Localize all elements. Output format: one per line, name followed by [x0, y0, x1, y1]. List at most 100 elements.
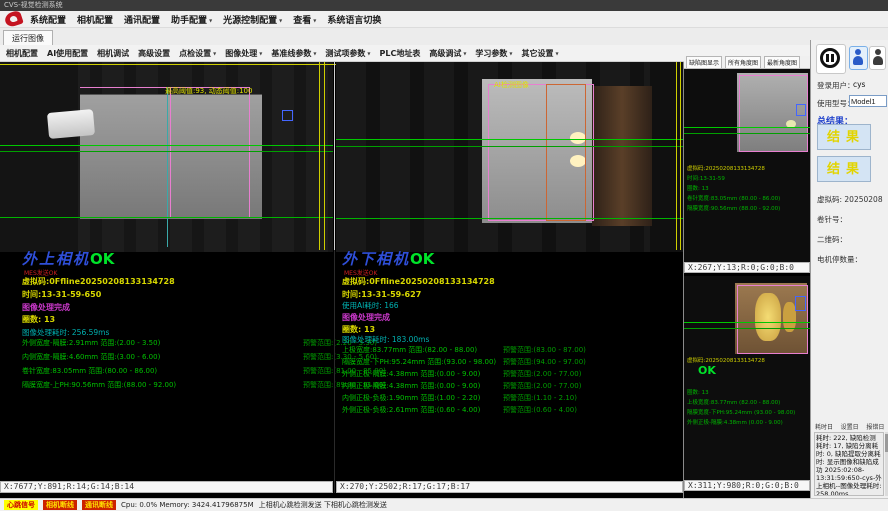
center-green-line-1	[336, 139, 683, 140]
center-warn-row: 预警范围:(2.00 - 77.00)	[503, 369, 581, 379]
toolbar-item-learning-params[interactable]: 学习参数	[475, 48, 512, 59]
toolbar-item-other-settings[interactable]: 其它设置	[521, 48, 558, 59]
thumb-tab-defect-view[interactable]: 缺陷图显示	[686, 56, 722, 68]
menu-item-comm-config[interactable]: 通讯配置	[124, 13, 160, 26]
left-loop-count: 圈数: 13	[22, 314, 55, 325]
tabstrip: 运行图像	[0, 28, 888, 46]
panel-divider	[334, 62, 335, 250]
center-ai-time: 使用AI耗时: 166	[342, 300, 399, 311]
bottom-thumb-barcode: 虚拟码:20250208133134728	[687, 356, 765, 364]
center-measure-row: 外侧正极-隔膜:4.38mm 范围:(0.00 - 9.00)	[342, 369, 480, 379]
top-thumb-line: 时间:13-31-59	[687, 174, 725, 182]
status-bar: 心跳信号 相机断线 通讯断线 Cpu: 0.0% Memory: 3424.41…	[0, 498, 888, 511]
camera-status-badge: 相机断线	[43, 500, 77, 510]
stop-count-label: 电机停数量：	[817, 254, 862, 265]
heartbeat-messages: 上相机心跳检测发送 下相机心跳检测发送	[259, 500, 387, 510]
left-measure-row: 隔膜宽度-上PH:90.56mm 范围:(88.00 - 92.00)	[22, 380, 176, 390]
thumb-tabs: 缺陷图显示 所有角度图 最新角度图	[684, 56, 810, 69]
top-thumb-coordinate-readout: X:267;Y:13;R:0;G:0;B:0	[684, 262, 810, 273]
toolbar-item-baseline-params[interactable]: 基准线参数	[271, 48, 316, 59]
left-green-line-2	[0, 151, 333, 152]
center-warn-row: 预警范围:(0.60 - 4.00)	[503, 405, 577, 415]
top-thumb-line: 虚拟码:20250208133134728	[687, 164, 765, 172]
center-time: 时间:13-31-59-627	[342, 289, 421, 300]
menu-item-light-control-config[interactable]: 光源控制配置	[223, 13, 282, 26]
center-coordinate-readout: X:270;Y:2502;R:17;G:17;B:17	[336, 481, 683, 493]
main-area: 最高阈值:93, 动态阈值:100 外上相机OK MES发送OK 虚拟码:0Ff…	[0, 62, 888, 498]
menu-item-system-config[interactable]: 系统配置	[30, 13, 66, 26]
thumb-tab-latest-view[interactable]: 最新角度图	[764, 56, 800, 68]
menu-item-assistant-config[interactable]: 助手配置	[171, 13, 212, 26]
toolbar-item-plc-address[interactable]: PLC地址表	[379, 48, 420, 59]
center-camera-name: 外下相机	[342, 250, 410, 268]
center-measure-row: 外侧正极-负极:2.61mm 范围:(0.60 - 4.00)	[342, 405, 480, 415]
menubar: 系统配置 相机配置 通讯配置 助手配置 光源控制配置 查看 系统语言切换	[0, 11, 888, 28]
thumb-tab-all-views[interactable]: 所有角度图	[725, 56, 761, 68]
sidebar: 登录用户： cys 使用型号： 总结果： 结果 结果 虚拟码: 20250208…	[810, 40, 888, 498]
toolbar-item-ai-config[interactable]: AI使用配置	[47, 48, 88, 59]
app-window: CVS-视觉检测系统 系统配置 相机配置 通讯配置 助手配置 光源控制配置 查看…	[0, 0, 888, 522]
center-ai-overlay: AI检测图像	[494, 80, 529, 90]
bottom-thumb-line: 圈数: 13	[687, 388, 709, 396]
window-titlebar: CVS-视觉检测系统	[0, 0, 888, 11]
bottom-thumb-line: 上极宽度:83.77mm (82.00 - 88.00)	[687, 398, 780, 406]
center-measure-row: 内侧正极-负极:1.90mm 范围:(1.00 - 2.20)	[342, 393, 480, 403]
left-process-done: 图像处理完成	[22, 302, 70, 313]
model-input[interactable]	[849, 95, 887, 107]
window-title: CVS-视觉检测系统	[4, 1, 63, 9]
heartbeat-badge: 心跳信号	[4, 500, 38, 510]
left-coordinate-readout: X:7677;Y:891;R:14;G:14;B:14	[0, 481, 333, 493]
toolbar-item-camera-config[interactable]: 相机配置	[6, 48, 38, 59]
bottom-thumb-result: OK	[698, 364, 716, 377]
top-thumb-line: 隔膜宽度:90.56mm (88.00 - 92.00)	[687, 204, 780, 212]
pause-icon	[820, 48, 840, 68]
login-user-value: cys	[853, 80, 865, 89]
menu-item-camera-config[interactable]: 相机配置	[77, 13, 113, 26]
toolbar-item-advanced-settings[interactable]: 高级设置	[138, 48, 170, 59]
pause-button[interactable]	[816, 44, 846, 74]
sidebar-barcode-label: 虚拟码: 20250208	[817, 194, 883, 205]
center-warn-row: 预警范围:(1.10 - 2.10)	[503, 393, 577, 403]
toolbar-item-test-params[interactable]: 测试项参数	[325, 48, 370, 59]
left-camera-name: 外上相机	[22, 250, 90, 268]
left-camera-title: 外上相机OK	[22, 248, 114, 269]
center-green-line-2	[336, 146, 683, 147]
center-yellow-vline-1	[676, 62, 677, 250]
user-login-button[interactable]	[849, 46, 868, 70]
result-display-lower: 结果	[817, 156, 871, 182]
center-warn-row: 预警范围:(2.00 - 77.00)	[503, 381, 581, 391]
log-output: 耗时: 222, 缺陷检测耗时: 17, 缺陷分离耗时: 0, 缺陷提取分离耗时…	[814, 432, 884, 496]
top-thumb-line: 圈数: 13	[687, 184, 709, 192]
toolbar-item-camera-debug[interactable]: 相机调试	[97, 48, 129, 59]
center-camera-result: OK	[410, 250, 434, 268]
tab-run-image[interactable]: 运行图像	[3, 30, 53, 46]
toolbar-item-spot-check[interactable]: 点检设置	[179, 48, 216, 59]
menu-item-language-switch[interactable]: 系统语言切换	[327, 13, 381, 26]
center-yellow-vline-2	[680, 62, 681, 250]
left-measure-row: 卷针宽度:83.05mm 范围:(80.00 - 86.00)	[22, 366, 157, 376]
bottom-thumb-line: 外侧正极-隔膜:4.38mm (0.00 - 9.00)	[687, 418, 783, 426]
qr-code-label: 二维码：	[817, 234, 847, 245]
top-thumb-green-line-1	[684, 127, 810, 128]
toolbar-item-image-processing[interactable]: 图像处理	[225, 48, 262, 59]
left-measure-row: 内侧宽度-隔膜:4.60mm 范围:(3.00 - 6.00)	[22, 352, 160, 362]
top-thumb-blue-marker	[796, 104, 806, 116]
left-barcode: 虚拟码:0Ffline20250208133134728	[22, 276, 175, 287]
toolbar-item-advanced-debug[interactable]: 高级调试	[429, 48, 466, 59]
left-time: 时间:13-31-59-650	[22, 289, 101, 300]
center-warn-row: 预警范围:(94.00 - 97.00)	[503, 357, 586, 367]
center-image-shadow	[650, 62, 683, 252]
left-yellow-vline-2	[324, 62, 325, 250]
left-cyan-line	[167, 87, 168, 247]
top-thumb-line: 卷针宽度:83.05mm (80.00 - 86.00)	[687, 194, 780, 202]
cpu-memory-readout: Cpu: 0.0% Memory: 3424.41796875M	[121, 501, 254, 509]
left-yellow-vline-1	[319, 62, 320, 250]
left-blue-marker	[282, 110, 293, 121]
menu-item-view[interactable]: 查看	[293, 13, 316, 26]
top-thumb-green-line-2	[684, 133, 810, 134]
user-switch-button[interactable]	[869, 46, 886, 70]
comm-status-badge: 通讯断线	[82, 500, 116, 510]
center-measure-row: 隔膜宽度-下PH:95.24mm 范围:(93.00 - 98.00)	[342, 357, 496, 367]
center-warn-row: 预警范围:(83.00 - 87.00)	[503, 345, 586, 355]
left-threshold-overlay: 最高阈值:93, 动态阈值:100	[165, 86, 252, 96]
